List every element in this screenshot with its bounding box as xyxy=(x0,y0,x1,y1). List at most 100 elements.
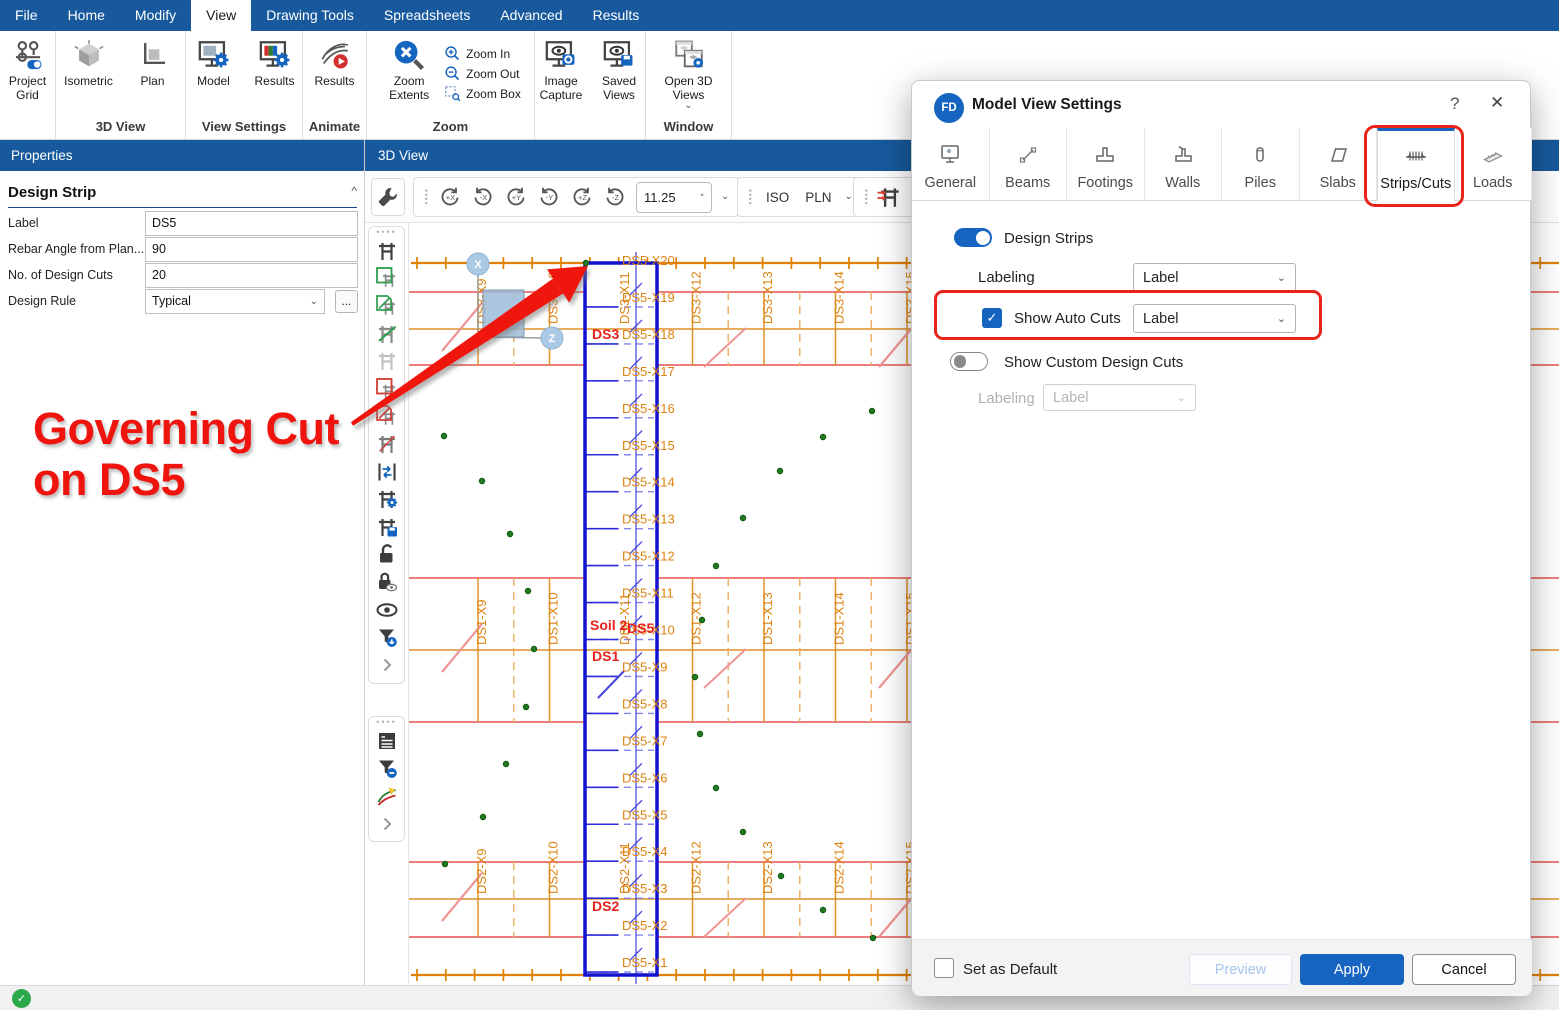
align-strip-button[interactable] xyxy=(877,184,903,210)
lock-visibility-button[interactable] xyxy=(375,570,399,594)
more-button[interactable] xyxy=(375,812,399,836)
strip-draw-icon xyxy=(375,322,399,346)
rotate-plusminus-x-button[interactable]: +X xyxy=(434,180,467,214)
svg-text:DS5-X8: DS5-X8 xyxy=(622,696,668,711)
filter-down-button[interactable] xyxy=(375,625,399,649)
svg-text:DS1: DS1 xyxy=(592,648,619,664)
strip-save-icon xyxy=(375,515,399,539)
model-view-settings-dialog: FD Model View Settings ? ✕ GeneralBeamsF… xyxy=(911,80,1531,995)
label-field[interactable] xyxy=(145,211,358,236)
cancel-button[interactable]: Cancel xyxy=(1412,954,1516,985)
show-custom-cuts-toggle[interactable] xyxy=(950,352,988,371)
dialog-title: Model View Settings xyxy=(972,96,1122,114)
results-view-settings-button[interactable]: Results xyxy=(247,37,302,89)
strip-ghost-button[interactable] xyxy=(375,349,399,373)
svg-text:DS3-X13: DS3-X13 xyxy=(760,271,775,324)
collapse-chevron-icon[interactable]: ^ xyxy=(351,184,357,201)
set-as-default-checkbox[interactable] xyxy=(934,958,954,978)
dialog-tab-slabs[interactable]: Slabs xyxy=(1300,128,1378,200)
flip-strip-button[interactable] xyxy=(375,460,399,484)
unlock-button[interactable] xyxy=(375,542,399,566)
visibility-button[interactable] xyxy=(375,598,399,622)
isometric-button[interactable]: Isometric xyxy=(60,37,118,89)
apply-button[interactable]: Apply xyxy=(1300,954,1404,985)
rotate-minus-y-button[interactable]: -Y xyxy=(533,180,566,214)
strip-add-button[interactable] xyxy=(375,266,399,290)
dialog-tab-piles[interactable]: Piles xyxy=(1222,128,1300,200)
zoom-out-icon xyxy=(444,65,461,82)
menu-tab-advanced[interactable]: Advanced xyxy=(485,0,577,31)
flip-strip-icon xyxy=(375,460,399,484)
design-rule-select[interactable]: Typical ⌄ xyxy=(145,289,325,314)
menu-tab-file[interactable]: File xyxy=(0,0,53,31)
zoom-extents-button[interactable]: Zoom Extents xyxy=(380,37,438,102)
strip-settings-button[interactable] xyxy=(375,487,399,511)
slabs-icon xyxy=(1326,143,1350,167)
saved-views-button[interactable]: Saved Views xyxy=(593,37,645,102)
more-button[interactable] xyxy=(375,653,399,677)
strip-remove-button[interactable] xyxy=(375,432,399,456)
project-grid-button[interactable]: Project Grid xyxy=(0,37,55,102)
help-button[interactable]: ? xyxy=(1450,94,1459,114)
drag-handle-icon[interactable]: •••• xyxy=(376,719,397,727)
strip-delete-button[interactable] xyxy=(375,404,399,428)
design-rule-more-button[interactable]: ... xyxy=(335,290,358,313)
general-icon xyxy=(938,143,962,167)
view-options-button[interactable] xyxy=(371,178,405,216)
strip-labeling-dropdown[interactable]: Label ⌄ xyxy=(1133,263,1296,292)
plan-view-button[interactable]: PLN xyxy=(797,190,839,205)
svg-text:DS1-X14: DS1-X14 xyxy=(832,592,847,645)
zoom-out-button[interactable]: Zoom Out xyxy=(444,65,521,82)
dialog-tab-beams[interactable]: Beams xyxy=(990,128,1068,200)
strip-delete-box-button[interactable] xyxy=(375,377,399,401)
image-capture-button[interactable]: Image Capture xyxy=(535,37,587,102)
zoom-in-button[interactable]: Zoom In xyxy=(444,45,521,62)
chevron-down-icon: ⌄ xyxy=(310,296,318,307)
zoom-box-button[interactable]: Zoom Box xyxy=(444,85,521,102)
rotate-minus-x-button[interactable]: -X xyxy=(467,180,500,214)
menu-tab-results[interactable]: Results xyxy=(578,0,655,31)
chevron-down-icon[interactable]: ⌄ xyxy=(716,193,734,201)
align-strip-icon xyxy=(877,184,903,210)
model-view-settings-button[interactable]: Model xyxy=(186,37,241,89)
dialog-tab-strips-cuts[interactable]: Strips/Cuts xyxy=(1377,128,1455,201)
menu-tab-drawing-tools[interactable]: Drawing Tools xyxy=(251,0,369,31)
auto-cuts-labeling-dropdown[interactable]: Label ⌄ xyxy=(1133,304,1296,333)
dialog-tab-loads[interactable]: Loads xyxy=(1455,128,1533,200)
svg-text:DS1-X9: DS1-X9 xyxy=(474,599,489,645)
design-cuts-field[interactable] xyxy=(145,263,358,288)
show-auto-cuts-checkbox[interactable]: ✓ xyxy=(982,308,1002,328)
rebar-angle-field[interactable] xyxy=(145,237,358,262)
animate-results-button[interactable]: Results xyxy=(306,37,364,89)
strip-edit-button[interactable] xyxy=(375,294,399,318)
results-plot-button[interactable] xyxy=(375,784,399,808)
side-toolbar-group: •••• xyxy=(368,226,405,684)
menu-tab-home[interactable]: Home xyxy=(53,0,120,31)
dialog-tab-walls[interactable]: Walls xyxy=(1145,128,1223,200)
rotation-angle-input[interactable]: 11.25° xyxy=(636,182,712,213)
rotate-plusminus-z-button[interactable]: +Z xyxy=(566,180,599,214)
preview-button[interactable]: Preview xyxy=(1189,954,1292,985)
open-3d-views-button[interactable]: Open 3D Views⌄ xyxy=(660,37,718,110)
strip-add-icon xyxy=(375,266,399,290)
tables-button[interactable] xyxy=(375,729,399,753)
strip-save-button[interactable] xyxy=(375,515,399,539)
rotate-plusminus-y-button[interactable]: +Y xyxy=(500,180,533,214)
menu-tab-modify[interactable]: Modify xyxy=(120,0,191,31)
design-strips-toggle[interactable] xyxy=(954,228,992,247)
iso-view-button[interactable]: ISO xyxy=(758,190,797,205)
svg-text:DS5-X15: DS5-X15 xyxy=(622,438,675,453)
menu-tab-view[interactable]: View xyxy=(191,0,251,31)
plan-button[interactable]: Plan xyxy=(124,37,182,89)
menu-tab-spreadsheets[interactable]: Spreadsheets xyxy=(369,0,485,31)
dialog-tab-general[interactable]: General xyxy=(912,128,990,200)
close-button[interactable]: ✕ xyxy=(1490,93,1504,113)
image-capture-icon xyxy=(544,37,578,73)
rotate-minus-z-button[interactable]: -Z xyxy=(599,180,632,214)
strip-draw-button[interactable] xyxy=(375,322,399,346)
side-toolbar-group: •••• xyxy=(368,716,405,842)
dialog-tab-footings[interactable]: Footings xyxy=(1067,128,1145,200)
strip-view-button[interactable] xyxy=(375,239,399,263)
drag-handle-icon[interactable]: •••• xyxy=(376,229,397,237)
filter-results-button[interactable] xyxy=(375,756,399,780)
